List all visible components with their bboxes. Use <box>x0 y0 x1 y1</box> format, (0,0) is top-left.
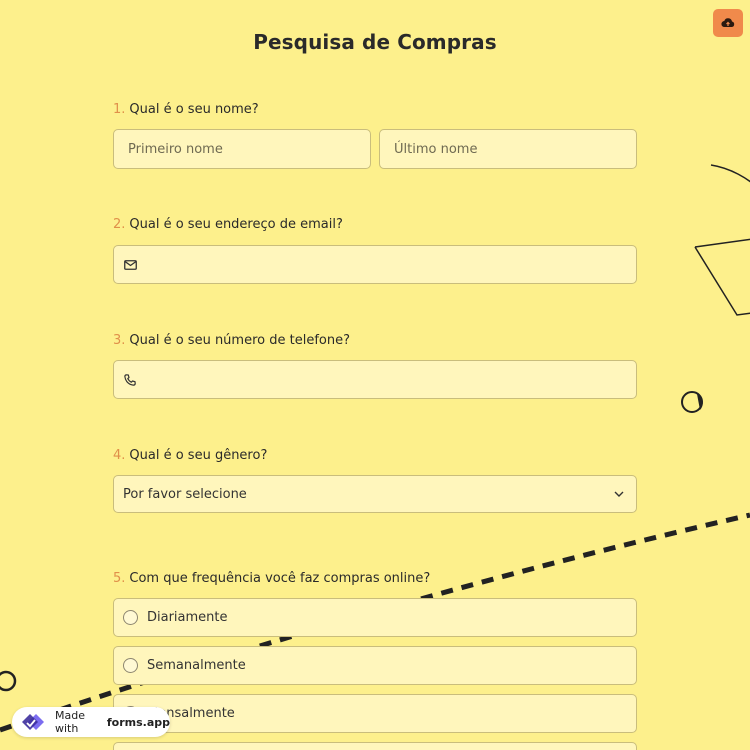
question-3-label: 3. Qual é o seu número de telefone? <box>113 333 350 348</box>
cloud-upload-icon <box>721 18 735 28</box>
phone-field[interactable] <box>113 360 637 399</box>
last-name-placeholder: Último nome <box>394 141 478 157</box>
made-with-badge[interactable]: Made with forms.app <box>12 707 170 737</box>
forms-app-logo-icon <box>19 711 49 733</box>
last-name-field[interactable]: Último nome <box>379 129 637 169</box>
first-name-field[interactable]: Primeiro nome <box>113 129 371 169</box>
first-name-placeholder: Primeiro nome <box>128 141 223 157</box>
option-next-partial[interactable] <box>113 742 637 750</box>
form-title: Pesquisa de Compras <box>253 30 497 54</box>
option-label: Diariamente <box>147 610 228 625</box>
mail-icon <box>124 259 137 270</box>
question-text: Qual é o seu número de telefone? <box>129 333 350 348</box>
question-4-label: 4. Qual é o seu gênero? <box>113 448 267 463</box>
option-monthly[interactable]: Mensalmente <box>113 694 637 733</box>
question-1-label: 1. Qual é o seu nome? <box>113 102 259 117</box>
chevron-down-icon <box>614 491 624 497</box>
phone-icon <box>124 373 136 386</box>
gender-select[interactable]: Por favor selecione <box>113 475 637 513</box>
question-text: Qual é o seu endereço de email? <box>129 217 343 232</box>
email-field[interactable] <box>113 245 637 284</box>
option-daily[interactable]: Diariamente <box>113 598 637 637</box>
option-label: Semanalmente <box>147 658 246 673</box>
radio-button[interactable] <box>123 658 138 673</box>
question-number: 4. <box>113 448 126 463</box>
question-number: 3. <box>113 333 126 348</box>
question-number: 1. <box>113 102 126 117</box>
question-text: Com que frequência você faz compras onli… <box>129 571 431 586</box>
question-5-label: 5. Com que frequência você faz compras on… <box>113 571 430 586</box>
badge-brand: forms.app <box>106 715 170 729</box>
question-2-label: 2. Qual é o seu endereço de email? <box>113 217 343 232</box>
question-number: 5. <box>113 571 126 586</box>
question-text: Qual é o seu gênero? <box>129 448 268 463</box>
gender-select-value: Por favor selecione <box>123 486 247 502</box>
question-text: Qual é o seu nome? <box>129 102 259 117</box>
badge-prefix: Made with <box>55 709 85 735</box>
radio-button[interactable] <box>123 610 138 625</box>
cloud-save-button[interactable] <box>713 9 743 37</box>
option-weekly[interactable]: Semanalmente <box>113 646 637 685</box>
question-number: 2. <box>113 217 126 232</box>
